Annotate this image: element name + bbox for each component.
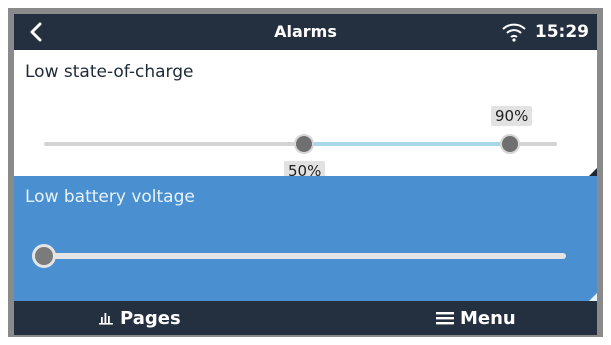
pages-button[interactable]: Pages bbox=[98, 301, 181, 335]
hamburger-icon bbox=[436, 312, 454, 325]
voltage-slider-handle[interactable] bbox=[32, 244, 56, 268]
pages-label: Pages bbox=[120, 307, 181, 329]
range-slider-low-handle[interactable] bbox=[294, 134, 314, 154]
chevron-left-icon bbox=[30, 22, 42, 42]
top-bar: Alarms 15:29 bbox=[14, 14, 597, 50]
low-state-of-charge-item[interactable]: Low state-of-charge 90% 50% bbox=[14, 50, 597, 181]
voltage-slider-track[interactable] bbox=[44, 253, 566, 259]
clock-time: 15:29 bbox=[534, 22, 589, 42]
low-state-of-charge-label: Low state-of-charge bbox=[25, 62, 194, 82]
corner-indicator bbox=[589, 168, 597, 176]
status-area: 15:29 bbox=[501, 14, 589, 50]
back-button[interactable] bbox=[24, 19, 48, 45]
screen: Alarms 15:29 Low state-of-charge 90% 50%… bbox=[14, 14, 597, 335]
bar-chart-icon bbox=[99, 313, 113, 325]
range-slider-high-handle[interactable] bbox=[500, 134, 520, 154]
bottom-bar: Pages Menu bbox=[14, 301, 597, 335]
corner-indicator-selected bbox=[589, 293, 597, 301]
menu-label: Menu bbox=[460, 307, 516, 329]
wifi-icon bbox=[502, 23, 526, 42]
menu-button[interactable]: Menu bbox=[436, 301, 516, 335]
range-slider-fill bbox=[304, 142, 510, 146]
low-battery-voltage-label: Low battery voltage bbox=[25, 187, 195, 207]
low-battery-voltage-item[interactable]: Low battery voltage bbox=[14, 176, 597, 301]
high-value-label: 90% bbox=[491, 106, 533, 126]
